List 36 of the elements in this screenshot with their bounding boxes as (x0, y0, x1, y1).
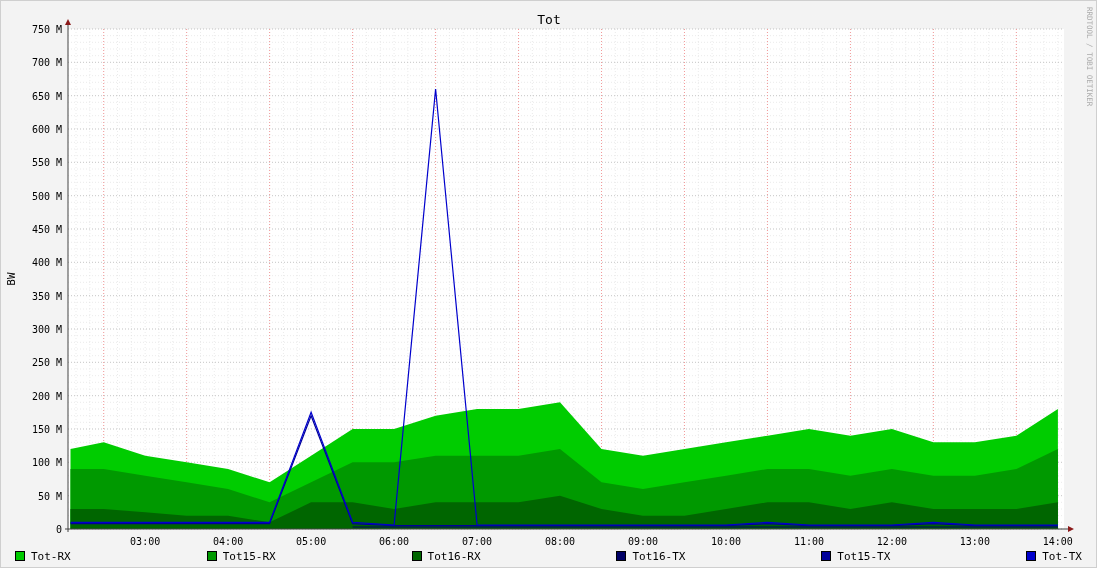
x-tick-label: 07:00 (462, 536, 493, 547)
x-tick-label: 09:00 (627, 536, 659, 547)
y-tick-label: 150 M (31, 424, 62, 435)
x-tick-label: 10:00 (710, 536, 741, 547)
y-tick-label: 550 M (31, 157, 62, 169)
y-tick-label: 500 M (31, 190, 62, 202)
x-tick-label: 11:00 (793, 536, 824, 547)
x-tick-label: 05:00 (296, 536, 327, 547)
x-tick-label: 03:00 (130, 536, 161, 547)
y-tick-label: 300 M (31, 324, 62, 335)
x-tick-label: 13:00 (959, 536, 990, 547)
y-tick-label: 200 M (31, 390, 62, 402)
x-tick-label: 08:00 (544, 536, 576, 547)
y-tick-label: 350 M (31, 290, 62, 302)
x-tick-label: 06:00 (379, 536, 410, 547)
legend-label: Tot15-TX (837, 549, 891, 563)
y-tick-label: 100 M (31, 457, 62, 469)
legend-label: Tot16-TX (632, 549, 686, 563)
chart-title: Tot (537, 12, 561, 27)
y-tick-label: 450 M (31, 224, 62, 235)
legend-label: Tot-TX (1042, 549, 1082, 563)
y-tick-label: 650 M (31, 90, 62, 102)
y-tick-label: 250 M (31, 357, 62, 369)
legend-label: Tot15-RX (222, 549, 276, 563)
x-tick-label: 14:00 (1042, 536, 1073, 547)
y-tick-label: 0 (55, 524, 62, 535)
x-tick-label: 12:00 (876, 536, 907, 547)
y-tick-label: 50 M (37, 490, 62, 502)
x-tick-label: 04:00 (213, 536, 244, 547)
y-tick-label: 700 M (31, 57, 62, 69)
legend-label: Tot-RX (31, 549, 71, 563)
y-tick-label: 400 M (31, 257, 62, 269)
legend-label: Tot16-RX (427, 549, 481, 563)
y-tick-label: 750 M (31, 24, 62, 35)
y-axis-title: BW (5, 272, 18, 286)
y-tick-label: 600 M (31, 124, 62, 135)
